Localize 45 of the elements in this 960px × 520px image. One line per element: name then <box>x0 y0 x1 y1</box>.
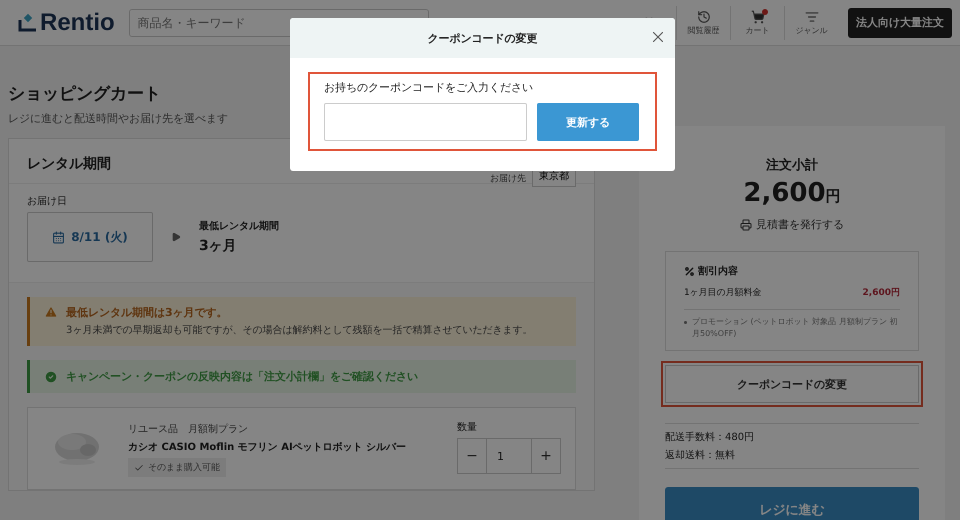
page-subtitle: レジに進むと配送時間やお届け先を選べます <box>8 111 228 126</box>
discount-value: 2,600円 <box>862 286 900 299</box>
summary-title: 注文小計 <box>766 156 818 174</box>
cart-icon <box>750 10 764 24</box>
date-button[interactable]: 8/11 (火) <box>27 212 153 262</box>
page-title: ショッピングカート <box>8 83 161 105</box>
check-circle-icon <box>44 370 58 384</box>
destination-label: お届け先 <box>490 172 526 185</box>
return-fee: 返却送料：無料 <box>665 448 736 462</box>
plan-label: リユース品 月額制プラン <box>128 422 249 436</box>
discount-label: 1ヶ月目の月額料金 <box>684 286 762 299</box>
history-icon <box>696 10 710 24</box>
discount-title: 割引内容 <box>698 264 738 278</box>
total-amount: 2,600円 <box>743 178 841 208</box>
dialog-title: クーポンコードの変更 <box>428 30 538 46</box>
section-title: レンタル期間 <box>27 155 111 173</box>
estimate-link[interactable]: 見積書を発行する <box>734 216 850 233</box>
dialog-prompt: お持ちのクーポンコードをご入力ください <box>324 80 534 95</box>
check-icon <box>134 462 144 472</box>
update-button[interactable]: 更新する <box>537 103 639 141</box>
shipping-fee: 配送手数料：480円 <box>665 430 756 444</box>
warning-text: 3ヶ月未満での早期返却も可能ですが、その場合は解約料として残額を一括で精算させていただきます。 <box>66 324 532 338</box>
nav-item[interactable]: 閲覧履歴 <box>676 6 730 40</box>
checkout-button[interactable]: レジに進む <box>665 487 919 520</box>
delivery-label: お届け日 <box>27 195 68 208</box>
printer-icon <box>740 218 752 230</box>
nav-item[interactable]: ジャンル <box>784 6 838 40</box>
nav-item[interactable]: カート <box>730 6 784 40</box>
min-period-value: 3ヶ月 <box>199 237 238 255</box>
business-order-button[interactable]: 法人向け大量注文 <box>848 8 952 38</box>
house-icon <box>18 12 38 34</box>
coupon-input[interactable] <box>324 103 527 141</box>
notice-text: キャンペーン・クーポンの反映内容は「注文小計欄」をご確認ください <box>66 369 418 384</box>
calendar-icon <box>52 230 66 244</box>
warning-title: 最低レンタル期間は3ヶ月です。 <box>66 305 229 320</box>
warning-icon <box>44 305 58 319</box>
play-icon <box>171 232 181 242</box>
percent-icon <box>684 266 695 276</box>
quantity-label: 数量 <box>457 421 478 434</box>
min-period-label: 最低レンタル期間 <box>199 220 279 233</box>
promotion-text: プロモーション (ペットロボット 対象品 月額制プラン 初月50%OFF) <box>692 316 898 340</box>
logo[interactable]: Rentio <box>18 8 115 36</box>
purchase-tag: そのまま購入可能 <box>128 458 226 477</box>
bullet-icon <box>684 321 687 324</box>
product-name: カシオ CASIO Moflin モフリン AIペットロボット シルバー <box>128 441 408 454</box>
